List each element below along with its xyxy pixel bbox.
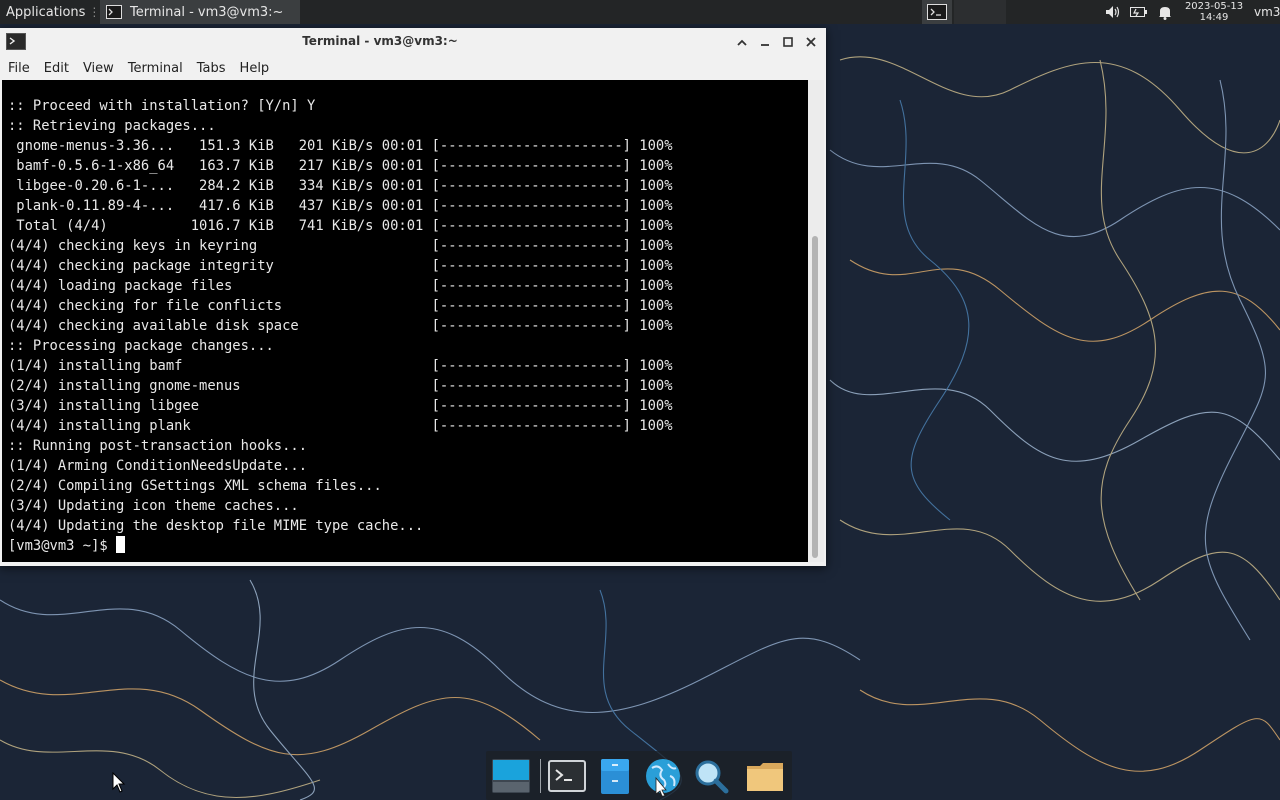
close-button[interactable] xyxy=(803,34,819,50)
menu-help[interactable]: Help xyxy=(234,61,276,76)
menu-tabs[interactable]: Tabs xyxy=(191,61,232,76)
dock-separator xyxy=(540,759,541,793)
clock-date: 2023-05-13 xyxy=(1184,1,1244,12)
workspace-2-button[interactable] xyxy=(954,0,1006,24)
menu-terminal[interactable]: Terminal xyxy=(122,61,189,76)
terminal-line: (4/4) checking keys in keyring [--------… xyxy=(8,238,673,254)
applications-menu-button[interactable]: Applications ⋮ xyxy=(0,0,101,24)
battery-icon[interactable] xyxy=(1126,6,1152,18)
file-manager-icon[interactable] xyxy=(594,756,636,796)
terminal-line: (4/4) Updating the desktop file MIME typ… xyxy=(8,518,424,534)
clock-time: 14:49 xyxy=(1199,12,1229,23)
applications-label: Applications xyxy=(6,4,86,20)
terminal-icon xyxy=(106,5,122,19)
terminal-line: (1/4) Arming ConditionNeedsUpdate... xyxy=(8,458,308,474)
terminal-line: (3/4) installing libgee [---------------… xyxy=(8,398,673,414)
terminal-line: Total (4/4) 1016.7 KiB 741 KiB/s 00:01 [… xyxy=(8,218,673,234)
vertical-scrollbar[interactable] xyxy=(808,80,824,562)
terminal-line: (4/4) checking package integrity [------… xyxy=(8,258,673,274)
clock[interactable]: 2023-05-13 14:49 xyxy=(1180,0,1248,25)
show-desktop-icon[interactable] xyxy=(490,756,532,796)
menu-view[interactable]: View xyxy=(77,61,120,76)
notification-bell-icon[interactable] xyxy=(1152,5,1178,20)
terminal-line: (4/4) installing plank [----------------… xyxy=(8,418,673,434)
menu-file[interactable]: File xyxy=(2,61,36,76)
maximize-button[interactable] xyxy=(780,34,796,50)
terminal-window: Terminal - vm3@vm3:~ File Edit View Term… xyxy=(0,28,826,566)
terminal-output-area[interactable]: :: Proceed with installation? [Y/n] Y ::… xyxy=(2,80,808,562)
user-menu-button[interactable]: vm3 xyxy=(1254,0,1280,24)
menubar: File Edit View Terminal Tabs Help xyxy=(0,56,826,80)
terminal-line: :: Processing package changes... xyxy=(8,338,274,354)
minimize-icon xyxy=(761,44,769,46)
app-finder-icon[interactable] xyxy=(690,756,732,796)
text-cursor xyxy=(115,536,125,553)
taskbar-terminal-button[interactable]: Terminal - vm3@vm3:~ xyxy=(100,0,300,24)
chevron-up-icon xyxy=(737,39,747,46)
terminal-line: (3/4) Updating icon theme caches... xyxy=(8,498,299,514)
terminal-line: (4/4) loading package files [-----------… xyxy=(8,278,673,294)
terminal-text: :: Proceed with installation? [Y/n] Y ::… xyxy=(8,96,673,556)
menu-edit[interactable]: Edit xyxy=(38,61,75,76)
system-tray xyxy=(1100,0,1178,24)
workspace-1-button[interactable] xyxy=(922,0,952,24)
dock xyxy=(486,751,792,800)
close-icon xyxy=(806,37,816,47)
terminal-line: (4/4) checking for file conflicts [-----… xyxy=(8,298,673,314)
window-titlebar[interactable]: Terminal - vm3@vm3:~ xyxy=(0,28,826,56)
window-shade-button[interactable] xyxy=(734,34,750,50)
terminal-line: :: Retrieving packages... xyxy=(8,118,216,134)
terminal-line: libgee-0.20.6-1-... 284.2 KiB 334 KiB/s … xyxy=(8,178,673,194)
terminal-line: gnome-menus-3.36... 151.3 KiB 201 KiB/s … xyxy=(8,138,673,154)
folder-icon[interactable] xyxy=(744,756,786,796)
web-browser-icon[interactable] xyxy=(642,756,684,797)
workspace-terminal-icon xyxy=(927,4,947,20)
shell-prompt: [vm3@vm3 ~]$ xyxy=(8,538,116,554)
scrollbar-thumb[interactable] xyxy=(812,236,818,558)
mouse-pointer-icon xyxy=(112,772,126,793)
window-title: Terminal - vm3@vm3:~ xyxy=(302,34,458,48)
terminal-line: (1/4) installing bamf [-----------------… xyxy=(8,358,673,374)
taskbar-terminal-label: Terminal - vm3@vm3:~ xyxy=(130,4,284,20)
volume-icon[interactable] xyxy=(1100,5,1126,19)
terminal-line: plank-0.11.89-4-... 417.6 KiB 437 KiB/s … xyxy=(8,198,673,214)
terminal-icon[interactable] xyxy=(546,756,588,796)
terminal-line: bamf-0.5.6-1-x86_64 163.7 KiB 217 KiB/s … xyxy=(8,158,673,174)
top-panel: Applications ⋮ Terminal - vm3@vm3:~ 2023… xyxy=(0,0,1280,24)
minimize-button[interactable] xyxy=(757,34,773,50)
terminal-line: (2/4) Compiling GSettings XML schema fil… xyxy=(8,478,382,494)
terminal-line: :: Running post-transaction hooks... xyxy=(8,438,308,454)
terminal-line: :: Proceed with installation? [Y/n] Y xyxy=(8,98,316,114)
terminal-line: (2/4) installing gnome-menus [----------… xyxy=(8,378,673,394)
maximize-icon xyxy=(783,37,793,47)
terminal-line: (4/4) checking available disk space [---… xyxy=(8,318,673,334)
panel-separator-icon: ⋮ xyxy=(88,5,101,19)
